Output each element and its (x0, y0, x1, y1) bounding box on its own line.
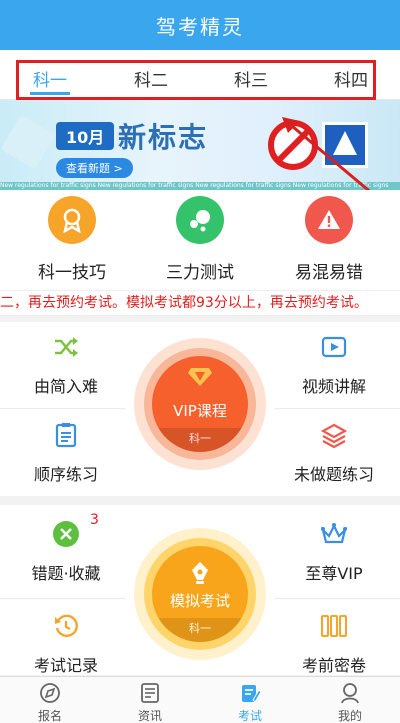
feature-confusing-label: 易混易错 (295, 263, 363, 283)
divider (274, 598, 400, 599)
wrong-and-favorites-label: 错题·收藏 (31, 564, 101, 583)
history-icon (4, 612, 128, 640)
sequential-practice-label: 顺序练习 (33, 465, 98, 484)
wrong-and-favorites-button[interactable]: 错题·收藏 (4, 520, 128, 584)
video-icon (272, 333, 396, 361)
feature-three-ability-test[interactable]: 三力测试 (145, 196, 255, 283)
nav-profile-label: 我的 (337, 709, 362, 723)
secret-papers-label: 考前密卷 (301, 656, 366, 675)
medal-icon (48, 196, 96, 244)
wrong-count-badge: 3 (90, 512, 99, 528)
feature-three-ability-label: 三力测试 (166, 263, 234, 283)
supreme-vip-label: 至尊VIP (305, 564, 363, 583)
banner-ticker: New regulations for traffic signs New re… (0, 182, 400, 190)
nav-signup[interactable]: 报名 (0, 677, 100, 723)
nav-profile[interactable]: 我的 (300, 677, 400, 723)
nav-signup-label: 报名 (37, 709, 62, 723)
banner-month: 10月 (56, 122, 115, 150)
tab-subject-4[interactable]: 科四 (334, 66, 368, 91)
unanswered-practice-button[interactable]: 未做题练习 (272, 421, 396, 485)
nav-news-label: 资讯 (137, 709, 162, 723)
papers-icon (272, 612, 396, 640)
nav-exam-label: 考试 (237, 709, 262, 723)
easy-to-hard-button[interactable]: 由简入难 (4, 333, 128, 397)
exam-history-label: 考试记录 (33, 656, 98, 675)
exam-icon (200, 681, 300, 705)
nav-news[interactable]: 资讯 (100, 677, 200, 723)
app-title: 驾考精灵 (156, 14, 244, 39)
news-icon (100, 681, 200, 705)
easy-to-hard-label: 由简入难 (33, 377, 98, 396)
banner-headline: 新标志 (118, 121, 209, 154)
tab-subject-3[interactable]: 科三 (234, 66, 268, 91)
secret-papers-button[interactable]: 考前密卷 (272, 612, 396, 676)
divider (274, 408, 400, 409)
tab-subject-2[interactable]: 科二 (134, 66, 168, 91)
mock-exam-button[interactable]: 模拟考试 科一 (152, 546, 248, 642)
tab-subject-1[interactable]: 科一 (33, 66, 67, 91)
bubbles-icon (176, 196, 224, 244)
notice-marquee: 二，再去预约考试。模拟考试都93分以上，再去预约考试。 (0, 290, 400, 316)
app-title-bar: 驾考精灵 (0, 0, 400, 50)
mock-exam-sub: 科一 (152, 618, 248, 642)
divider (0, 598, 126, 599)
active-tab-indicator (30, 92, 70, 95)
vip-course-sub: 科一 (152, 428, 248, 452)
sequential-practice-button[interactable]: 顺序练习 (4, 421, 128, 485)
pen-nib-icon (192, 562, 208, 584)
layers-icon (272, 421, 396, 449)
close-circle-icon (4, 520, 128, 548)
unanswered-practice-label: 未做题练习 (293, 465, 374, 484)
clipboard-icon (4, 421, 128, 449)
profile-icon (300, 681, 400, 705)
signup-icon (0, 681, 100, 705)
hexagon-decoration-icon (0, 114, 56, 170)
supreme-vip-button[interactable]: 至尊VIP (272, 520, 396, 584)
pedestrian-sign-icon (322, 122, 368, 168)
warning-icon (305, 196, 353, 244)
feature-confusing[interactable]: 易混易错 (274, 196, 384, 283)
vip-course-label: VIP课程 (173, 402, 227, 420)
mock-exam-label: 模拟考试 (169, 592, 230, 610)
crown-icon (272, 520, 396, 548)
feature-tips-label: 科一技巧 (38, 263, 106, 283)
nav-exam[interactable]: 考试 (200, 677, 300, 723)
vip-gem-icon (188, 368, 212, 386)
banner-view-button[interactable]: 查看新题 > (56, 158, 133, 178)
video-explain-label: 视频讲解 (301, 377, 366, 396)
exam-history-button[interactable]: 考试记录 (4, 612, 128, 676)
divider (0, 408, 126, 409)
feature-tips[interactable]: 科一技巧 (17, 196, 127, 283)
no-vehicle-sign-icon (268, 120, 318, 170)
shuffle-icon (4, 333, 128, 361)
video-explain-button[interactable]: 视频讲解 (272, 333, 396, 397)
bottom-navigation: 报名 资讯 考试 我的 (0, 676, 400, 723)
